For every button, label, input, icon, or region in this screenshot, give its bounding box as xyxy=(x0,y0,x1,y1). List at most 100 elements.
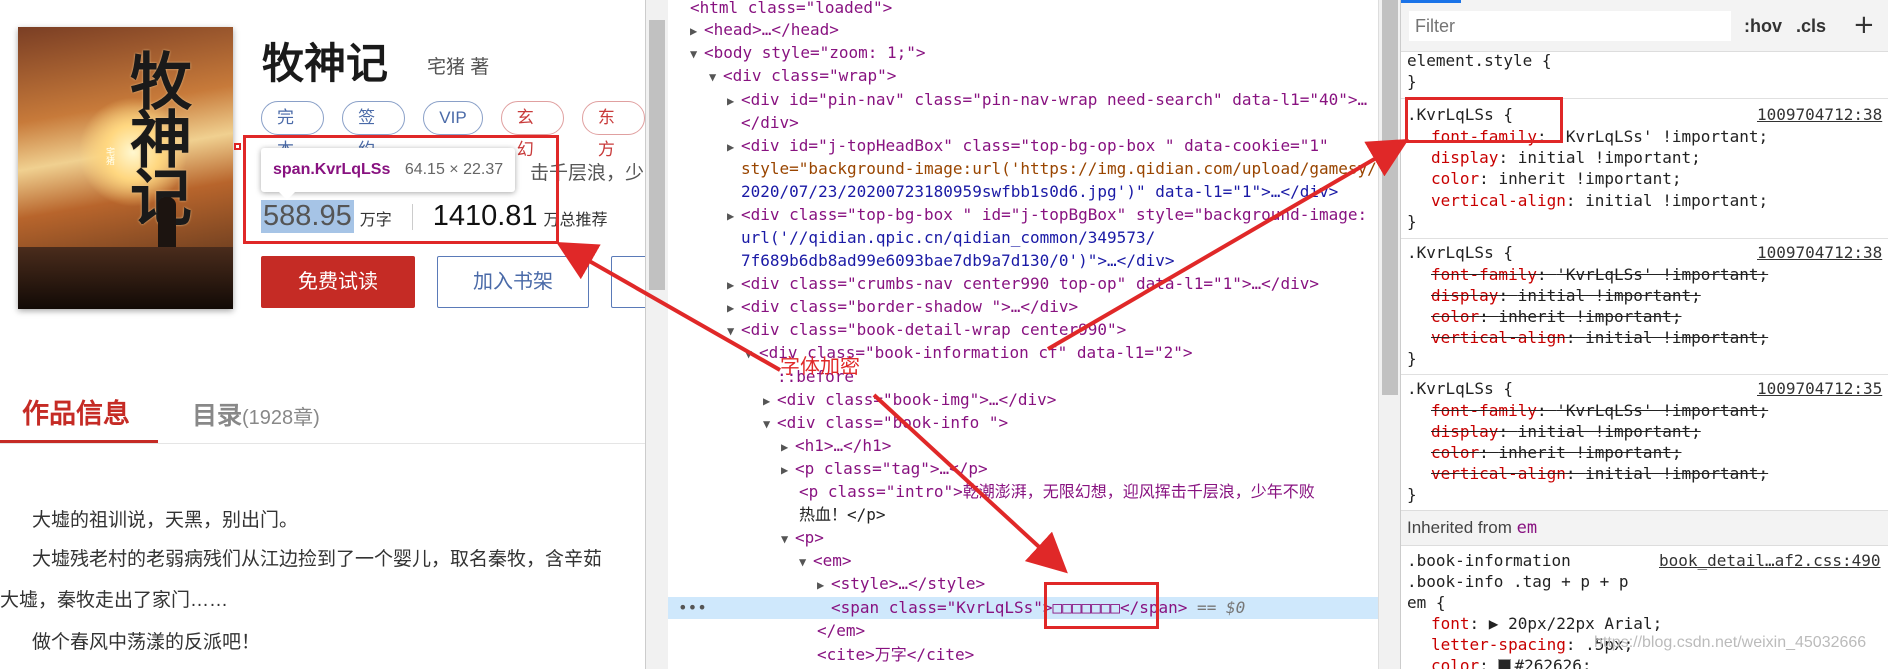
rule3-vertical-align[interactable]: vertical-align: initial !important; xyxy=(1431,463,1768,484)
collapse-triangle-icon[interactable]: ▼ xyxy=(745,343,759,365)
cover-ground xyxy=(18,247,233,309)
color-swatch[interactable] xyxy=(1498,659,1512,669)
add-to-shelf-button[interactable]: 加入书架 xyxy=(437,256,589,308)
expand-triangle-icon[interactable]: ▶ xyxy=(727,297,741,319)
expand-triangle-icon[interactable]: ▶ xyxy=(817,574,831,596)
book-author[interactable]: 宅猪 著 xyxy=(427,52,489,79)
collapse-triangle-icon[interactable]: ▼ xyxy=(690,43,704,65)
tag-vip[interactable]: VIP xyxy=(423,101,483,135)
more-options-icon[interactable]: ••• xyxy=(678,597,707,619)
rule1-color[interactable]: color: inherit !important; xyxy=(1431,168,1681,189)
dom-node-html[interactable]: <html class="loaded"> xyxy=(690,0,892,19)
rule1-display[interactable]: display: initial !important; xyxy=(1431,147,1701,168)
tab-catalog-count: (1928章) xyxy=(242,407,320,429)
expand-triangle-icon[interactable]: ▶ xyxy=(727,205,741,227)
active-tab-indicator xyxy=(1401,0,1461,3)
styles-filter-input[interactable] xyxy=(1409,11,1731,41)
dom-node-book-info[interactable]: ▼ <div class="book-info "> xyxy=(763,412,1008,434)
dom-node-wrap[interactable]: ▼ <div class="wrap"> xyxy=(709,65,896,87)
inherited-font[interactable]: font: ▶ 20px/22px Arial; xyxy=(1431,613,1662,634)
new-rule-plus-icon[interactable]: + xyxy=(1853,10,1875,40)
inherited-source-link[interactable]: book_detail…af2.css:490 xyxy=(1659,550,1881,571)
tab-catalog-label: 目录 xyxy=(192,402,243,430)
expand-triangle-icon[interactable]: ▶ xyxy=(763,390,777,412)
annotation-box-stats xyxy=(243,135,559,244)
rule2-selector[interactable]: .KvrLqLSs { xyxy=(1407,242,1513,263)
elements-scrollbar[interactable] xyxy=(1378,0,1400,669)
collapse-triangle-icon[interactable]: ▼ xyxy=(727,320,741,342)
inherited-selector-1[interactable]: .book-information xyxy=(1407,550,1571,571)
expand-triangle-icon[interactable]: ▶ xyxy=(727,274,741,296)
expand-triangle-icon[interactable]: ▶ xyxy=(727,136,741,158)
collapse-triangle-icon[interactable]: ▼ xyxy=(709,66,723,88)
rule3-display[interactable]: display: initial !important; xyxy=(1431,421,1701,442)
tag-eastern[interactable]: 东方 xyxy=(581,101,645,159)
dom-node-top-bg-box[interactable]: ▶ <div class="top-bg-box " id="j-topBgBox… xyxy=(727,204,1367,226)
description-line: 做个春风中荡漾的反派吧！ xyxy=(32,632,261,653)
annotation-box-rule xyxy=(1405,97,1563,143)
dom-node-book-img[interactable]: ▶ <div class="book-img">…</div> xyxy=(763,389,1056,411)
dom-node-cite[interactable]: <cite>万字</cite> xyxy=(817,644,974,666)
inherited-color[interactable]: color: #262626; xyxy=(1431,655,1592,669)
rule3-selector[interactable]: .KvrLqLSs { xyxy=(1407,378,1513,399)
inherited-selector-3[interactable]: em { xyxy=(1407,592,1446,613)
dom-node-p-tag[interactable]: ▶ <p class="tag">…</p> xyxy=(781,458,988,480)
dom-node-span-selected[interactable]: ••• <span class="KvrLqLSs">□□□□□□□</span… xyxy=(668,597,1380,619)
collapse-triangle-icon[interactable]: ▼ xyxy=(781,528,795,550)
rule3-source-link[interactable]: 1009704712:35 xyxy=(1757,378,1882,399)
dom-node-close-div[interactable]: </div> xyxy=(741,112,799,134)
expand-triangle-icon[interactable]: ▶ xyxy=(727,90,741,112)
elements-scroll-thumb[interactable] xyxy=(1382,0,1398,395)
inherited-selector-2[interactable]: .book-info .tag + p + p xyxy=(1407,571,1629,592)
extra-button[interactable] xyxy=(611,256,645,308)
inherited-from-tag[interactable]: em xyxy=(1517,518,1537,538)
hov-toggle[interactable]: :hov xyxy=(1744,16,1782,37)
tab-catalog[interactable]: 目录(1928章) xyxy=(192,396,320,432)
dom-node-pin-nav[interactable]: ▶ <div id="pin-nav" class="pin-nav-wrap n… xyxy=(727,89,1367,111)
description-line: 大墟的祖训说，天黑，别出门。 xyxy=(32,510,299,531)
dom-node-h1[interactable]: ▶ <h1>…</h1> xyxy=(781,435,891,457)
cls-toggle[interactable]: .cls xyxy=(1796,16,1826,37)
free-read-button[interactable]: 免费试读 xyxy=(261,256,415,308)
rule3-font-family[interactable]: font-family: 'KvrLqLSs' !important; xyxy=(1431,400,1768,421)
collapse-triangle-icon[interactable]: ▼ xyxy=(763,413,777,435)
expand-triangle-icon[interactable]: ▶ xyxy=(690,20,704,42)
rule2-font-family[interactable]: font-family: 'KvrLqLSs' !important; xyxy=(1431,264,1768,285)
rule2-vertical-align[interactable]: vertical-align: initial !important; xyxy=(1431,327,1768,348)
dom-node-body[interactable]: ▼ <body style="zoom: 1;"> xyxy=(690,42,926,64)
tab-book-info[interactable]: 作品信息 xyxy=(22,392,130,431)
rule-separator xyxy=(1401,374,1888,375)
dom-node-book-detail-wrap[interactable]: ▼ <div class="book-detail-wrap center990"… xyxy=(727,319,1126,341)
tag-signed[interactable]: 签约 xyxy=(342,101,406,159)
element-style-selector[interactable]: element.style { xyxy=(1407,50,1552,71)
dom-node-border-shadow[interactable]: ▶ <div class="border-shadow ">…</div> xyxy=(727,296,1078,318)
rule2-color[interactable]: color: inherit !important; xyxy=(1431,306,1681,327)
dom-node-p[interactable]: ▼ <p> xyxy=(781,527,824,549)
book-cover-image[interactable]: 牧神记 宅猪 xyxy=(18,27,233,309)
dom-node-style[interactable]: ▶ <style>…</style> xyxy=(817,573,985,595)
devtools-elements-panel: <html class="loaded"> ▶ <head>…</head> ▼ <… xyxy=(645,0,1380,669)
tag-complete[interactable]: 完本 xyxy=(261,101,325,159)
dom-node-em-close[interactable]: </em> xyxy=(817,620,865,642)
dom-node-em[interactable]: ▼ <em> xyxy=(799,550,852,572)
rule1-source-link[interactable]: 1009704712:38 xyxy=(1757,104,1882,125)
tag-fantasy[interactable]: 玄幻 xyxy=(500,101,564,159)
annotation-label: 字体加密 xyxy=(780,354,860,378)
collapse-triangle-icon[interactable]: ▼ xyxy=(799,551,813,573)
dom-node-top-head-box[interactable]: ▶ <div id="j-topHeadBox" class="top-bg-op… xyxy=(727,135,1329,157)
watermark: https://blog.csdn.net/weixin_45032666 xyxy=(1594,634,1867,651)
expand-triangle-icon[interactable]: ▶ xyxy=(781,459,795,481)
dom-node-head[interactable]: ▶ <head>…</head> xyxy=(690,19,839,41)
description-line: 大墟，秦牧走出了家门…… xyxy=(0,590,229,611)
dom-node-crumbs-nav[interactable]: ▶ <div class="crumbs-nav center990 top-op… xyxy=(727,273,1319,295)
dom-node-p-intro[interactable]: <p class="intro">乾潮澎湃，无限幻想，迎风挥击千层浪，少年不败 xyxy=(799,481,1315,503)
expand-shorthand-icon[interactable]: ▶ xyxy=(1489,614,1499,633)
rule2-source-link[interactable]: 1009704712:38 xyxy=(1757,242,1882,263)
book-page: 牧神记 宅猪 牧神记 宅猪 著 完本 签约 VIP 玄幻 东方 击千层浪，少 5… xyxy=(0,0,645,669)
rule1-vertical-align[interactable]: vertical-align: initial !important; xyxy=(1431,190,1768,211)
expand-triangle-icon[interactable]: ▶ xyxy=(781,436,795,458)
left-scroll-thumb[interactable] xyxy=(649,20,665,290)
rule3-color[interactable]: color: inherit !important; xyxy=(1431,442,1681,463)
tab-divider xyxy=(0,443,645,444)
rule2-display[interactable]: display: initial !important; xyxy=(1431,285,1701,306)
